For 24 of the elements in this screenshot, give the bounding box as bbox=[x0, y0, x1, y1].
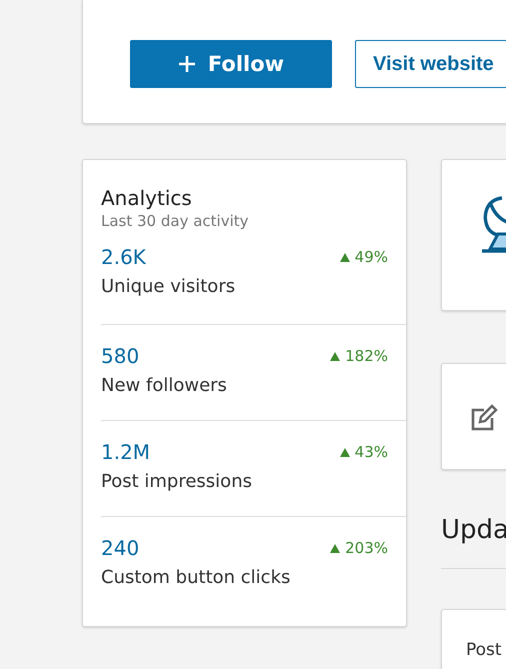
change-percent: 203% bbox=[345, 539, 388, 557]
metric-label: New followers bbox=[101, 374, 228, 398]
card-subtitle: Last 30 day activity bbox=[101, 211, 250, 231]
change-percent: 49% bbox=[354, 248, 388, 266]
metric-label: Custom button clicks bbox=[101, 566, 292, 590]
metric-value[interactable]: 2.6K bbox=[101, 243, 146, 271]
up-triangle-icon bbox=[340, 252, 350, 262]
metric-value[interactable]: 240 bbox=[101, 534, 140, 562]
post-label: Post bbox=[466, 640, 502, 660]
change-percent: 43% bbox=[354, 443, 388, 461]
plus-icon bbox=[178, 55, 196, 73]
up-triangle-icon bbox=[340, 448, 350, 456]
metric-value[interactable]: 580 bbox=[101, 342, 140, 370]
metric-label: Post impressions bbox=[101, 470, 253, 494]
card-title: Analytics bbox=[101, 185, 193, 211]
up-triangle-icon bbox=[330, 544, 340, 552]
change-percent: 182% bbox=[345, 347, 388, 365]
metric-value[interactable]: 1.2M bbox=[101, 438, 150, 466]
edit-icon[interactable] bbox=[470, 404, 498, 432]
visit-website-button[interactable]: Visit website bbox=[355, 40, 506, 88]
satellite-dish-icon bbox=[480, 194, 506, 254]
follow-button[interactable]: Follow bbox=[130, 40, 332, 88]
up-triangle-icon bbox=[330, 352, 340, 360]
metric-label: Unique visitors bbox=[101, 275, 236, 299]
